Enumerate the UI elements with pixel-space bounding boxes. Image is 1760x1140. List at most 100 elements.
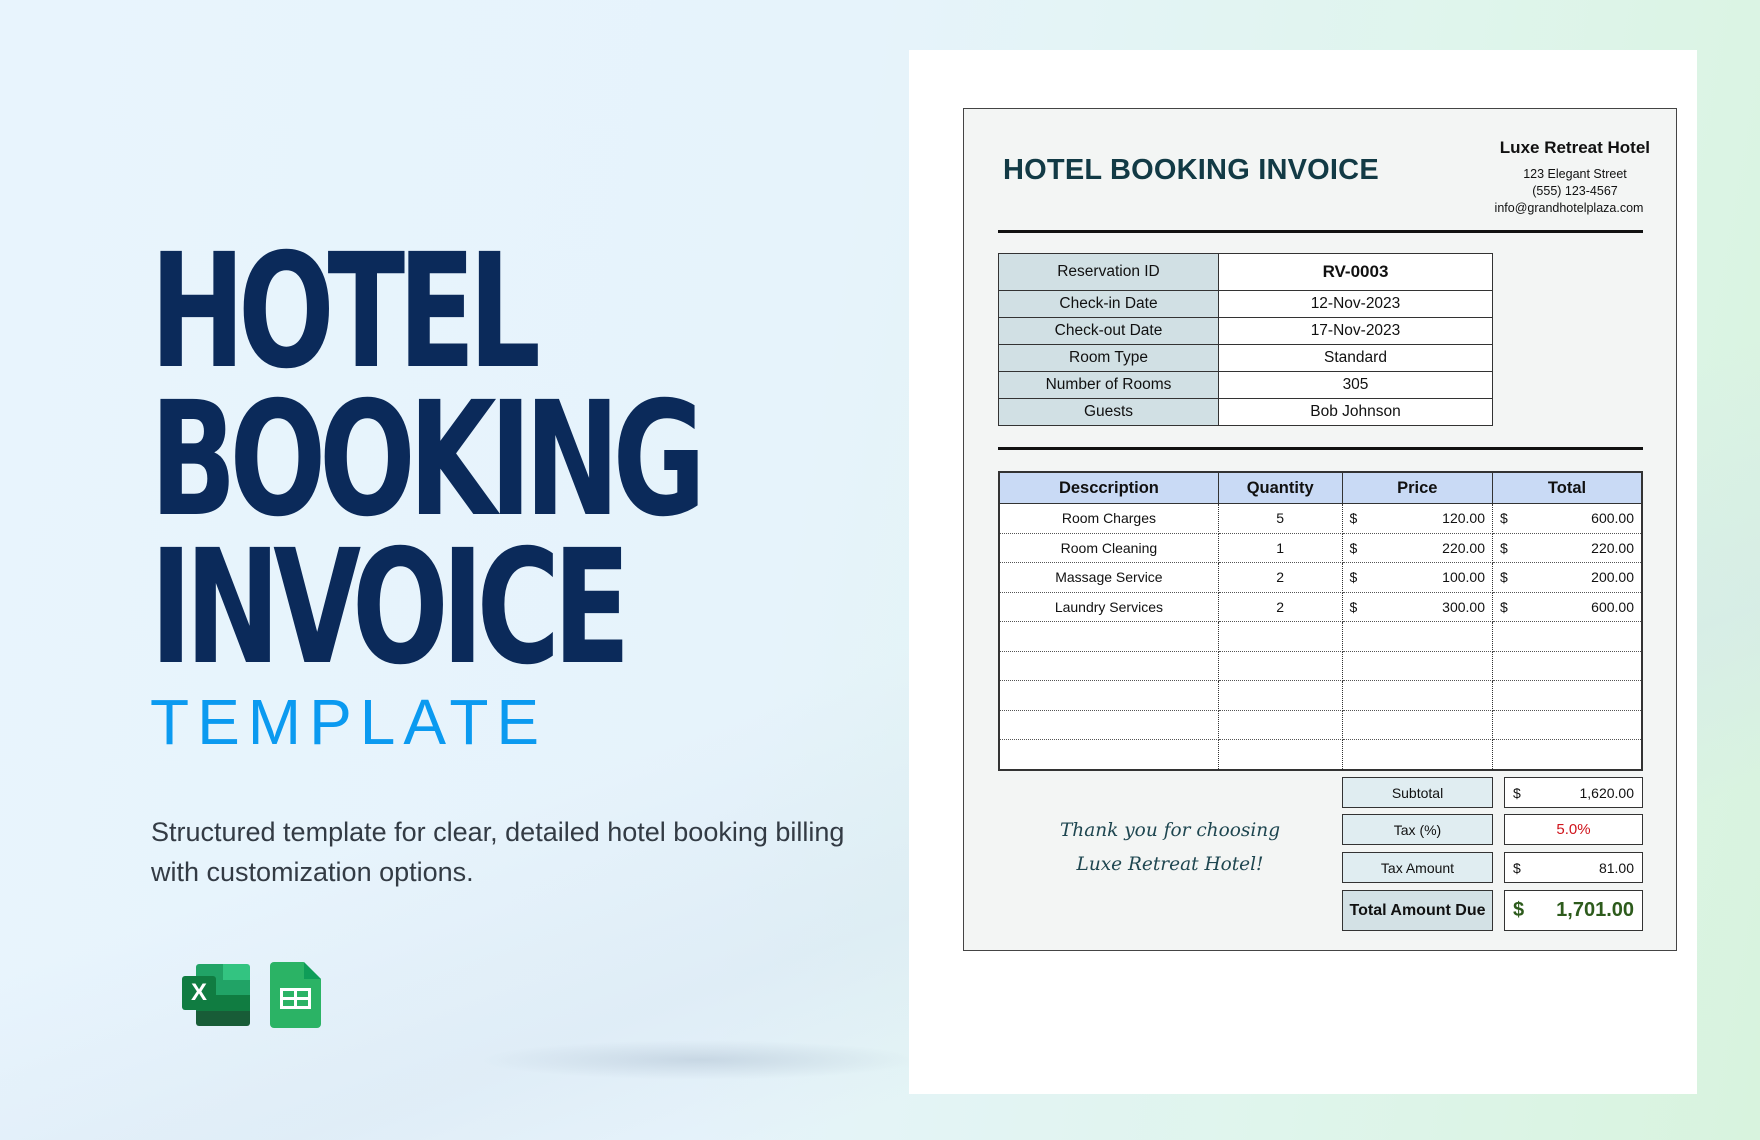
detail-row: Room Type Standard (998, 344, 1493, 372)
item-description[interactable] (998, 739, 1219, 770)
tax-amount-label: Tax Amount (1342, 852, 1493, 883)
tax-amount-value[interactable]: $ 81.00 (1504, 852, 1643, 883)
detail-row: Number of Rooms 305 (998, 371, 1493, 399)
detail-label: Reservation ID (998, 253, 1219, 291)
item-quantity[interactable] (1217, 651, 1343, 681)
item-price-amount: 300.00 (1442, 598, 1485, 615)
item-price[interactable]: $220.00 (1341, 533, 1493, 563)
detail-value[interactable]: RV-0003 (1218, 253, 1493, 291)
detail-value[interactable]: Standard (1218, 344, 1493, 372)
item-description[interactable]: Laundry Services (998, 592, 1219, 622)
section-divider (998, 447, 1643, 450)
item-description[interactable]: Massage Service (998, 562, 1219, 593)
currency-symbol: $ (1499, 510, 1508, 527)
detail-value[interactable]: 17-Nov-2023 (1218, 317, 1493, 345)
item-total-amount: 220.00 (1591, 539, 1634, 556)
item-price[interactable] (1341, 739, 1493, 770)
currency-symbol: $ (1513, 859, 1521, 876)
total-due-amount: 1,701.00 (1556, 899, 1634, 921)
detail-label: Check-out Date (998, 317, 1219, 345)
currency-symbol: $ (1349, 510, 1358, 527)
item-quantity[interactable]: 2 (1217, 562, 1343, 593)
subtotal-label: Subtotal (1342, 777, 1493, 808)
item-total[interactable] (1491, 651, 1643, 681)
item-price[interactable]: $300.00 (1341, 592, 1493, 622)
excel-icon[interactable]: X (182, 962, 250, 1028)
detail-row: Check-in Date 12-Nov-2023 (998, 290, 1493, 318)
item-price[interactable]: $100.00 (1341, 562, 1493, 593)
item-total[interactable] (1491, 710, 1643, 740)
total-due-value[interactable]: $ 1,701.00 (1504, 890, 1643, 931)
hotel-contact: 123 Elegant Street (555) 123-4567 info@g… (1480, 166, 1670, 217)
item-description[interactable] (998, 651, 1219, 681)
item-price[interactable] (1341, 710, 1493, 740)
item-quantity[interactable]: 1 (1217, 533, 1343, 563)
item-description[interactable] (998, 680, 1219, 711)
currency-symbol: $ (1349, 569, 1358, 586)
item-description[interactable] (998, 710, 1219, 740)
currency-symbol: $ (1349, 539, 1358, 556)
item-price-amount: 120.00 (1442, 510, 1485, 527)
detail-value[interactable]: 305 (1218, 371, 1493, 399)
hero-title-line: BOOKING (150, 368, 706, 552)
item-total[interactable]: $600.00 (1491, 592, 1643, 622)
item-description[interactable]: Room Cleaning (998, 533, 1219, 563)
thank-you-line: Luxe Retreat Hotel! (1076, 854, 1264, 875)
detail-label: Number of Rooms (998, 371, 1219, 399)
detail-value[interactable]: 12-Nov-2023 (1218, 290, 1493, 318)
item-total-amount: 600.00 (1591, 510, 1634, 527)
item-description[interactable]: Room Charges (998, 503, 1219, 534)
item-total[interactable] (1491, 621, 1643, 652)
table-header-row: Desccription Quantity Price Total (998, 471, 1643, 504)
background-shadow (480, 1040, 920, 1080)
currency-symbol: $ (1499, 598, 1508, 615)
item-price[interactable] (1341, 680, 1493, 711)
google-sheets-icon[interactable] (270, 962, 321, 1028)
item-total[interactable]: $600.00 (1491, 503, 1643, 534)
currency-symbol: $ (1499, 569, 1508, 586)
table-row: Room Cleaning 1 $220.00 $220.00 (998, 533, 1643, 563)
tax-amount: 81.00 (1598, 859, 1634, 876)
reservation-details-table: Reservation ID RV-0003 Check-in Date 12-Nov… (998, 253, 1493, 426)
hero-description: Structured template for clear, detailed … (151, 817, 845, 887)
item-price-amount: 220.00 (1442, 539, 1485, 556)
item-quantity[interactable] (1217, 739, 1343, 770)
item-quantity[interactable]: 5 (1217, 503, 1343, 534)
item-price[interactable] (1341, 621, 1493, 652)
item-quantity[interactable] (1217, 710, 1343, 740)
thank-you-note: Thank you for choosing Luxe Retreat Hote… (1040, 814, 1300, 882)
sheets-fold-shape (304, 962, 321, 979)
item-quantity[interactable] (1217, 621, 1343, 652)
subtotal-value[interactable]: $ 1,620.00 (1504, 777, 1643, 808)
column-header-total: Total (1491, 471, 1643, 504)
item-quantity[interactable]: 2 (1217, 592, 1343, 622)
subtotal-amount: 1,620.00 (1579, 784, 1635, 801)
item-price[interactable]: $120.00 (1341, 503, 1493, 534)
item-total[interactable] (1491, 680, 1643, 711)
tax-percent-amount: 5.0% (1556, 821, 1591, 838)
hero-title-line: HOTEL (150, 220, 541, 404)
item-total[interactable]: $220.00 (1491, 533, 1643, 563)
detail-label: Room Type (998, 344, 1219, 372)
line-items-table: Desccription Quantity Price Total Room C… (998, 471, 1643, 771)
table-row (998, 710, 1643, 740)
total-due-label: Total Amount Due (1342, 890, 1493, 931)
invoice-title: HOTEL BOOKING INVOICE (1003, 154, 1379, 186)
detail-value[interactable]: Bob Johnson (1218, 398, 1493, 426)
tax-percent-value[interactable]: 5.0% (1504, 814, 1643, 845)
sheets-grid-shape (280, 988, 311, 1009)
hotel-email: info@grandhotelplaza.com (1494, 201, 1644, 215)
item-price[interactable] (1341, 651, 1493, 681)
item-total[interactable]: $200.00 (1491, 562, 1643, 593)
item-description[interactable] (998, 621, 1219, 652)
tax-percent-label: Tax (%) (1342, 814, 1493, 845)
detail-row: Guests Bob Johnson (998, 398, 1493, 426)
hotel-address: 123 Elegant Street (1523, 167, 1627, 181)
item-quantity[interactable] (1217, 680, 1343, 711)
item-total[interactable] (1491, 739, 1643, 770)
detail-row: Reservation ID RV-0003 (998, 253, 1493, 291)
column-header-price: Price (1341, 471, 1493, 504)
column-header-description: Desccription (998, 471, 1219, 504)
item-total-amount: 200.00 (1591, 569, 1634, 586)
detail-label: Guests (998, 398, 1219, 426)
